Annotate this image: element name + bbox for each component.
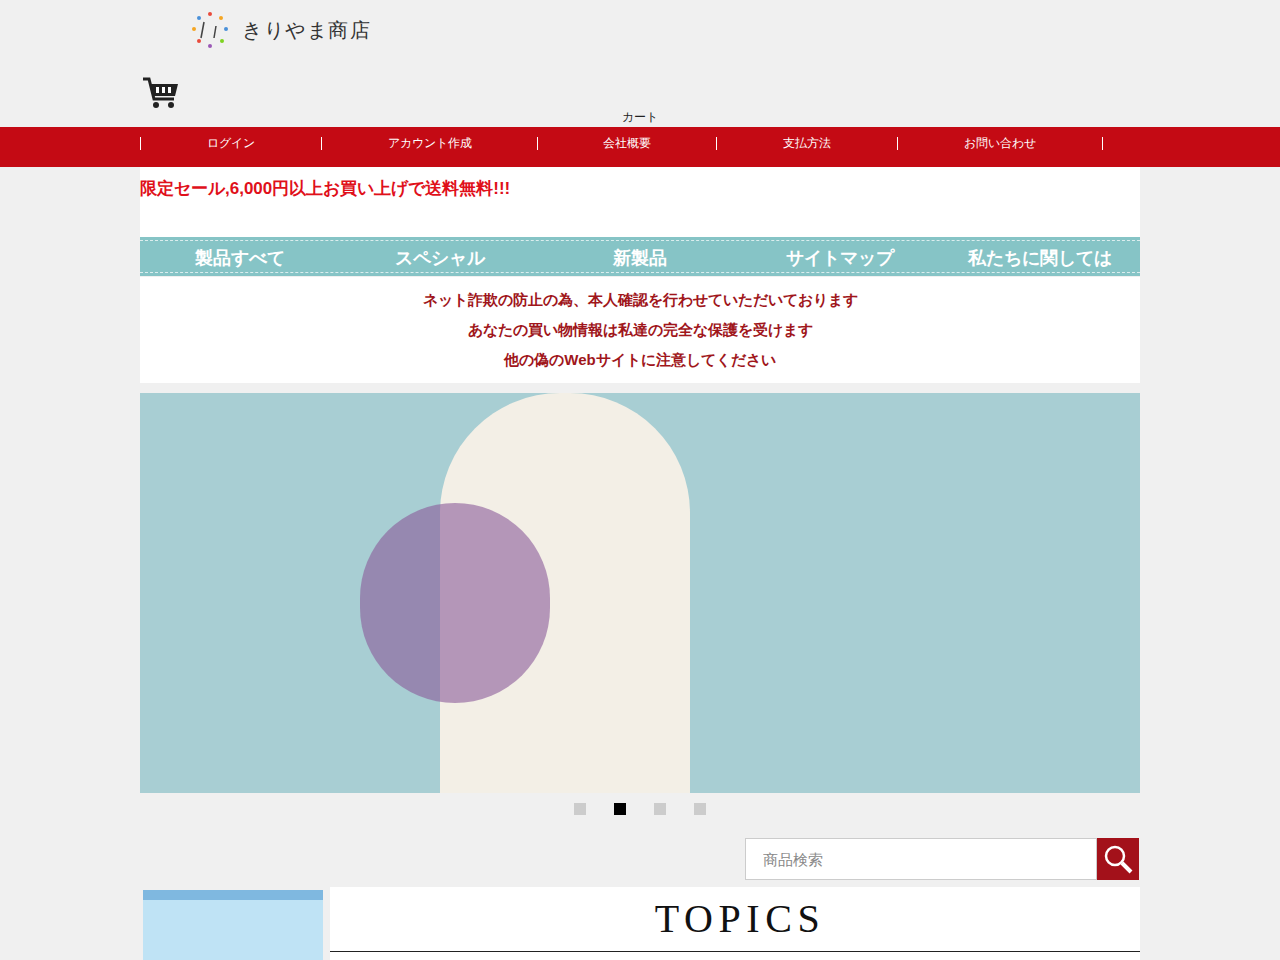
header: きりやま商店カート	[140, 0, 1140, 127]
nav-item[interactable]: 支払方法	[717, 136, 897, 150]
side-banner[interactable]	[143, 890, 323, 960]
nav-item[interactable]: 会社概要	[538, 136, 716, 150]
category-item[interactable]: 製品すべて	[140, 244, 340, 269]
carousel-dot[interactable]	[574, 803, 586, 815]
cart-button[interactable]	[142, 76, 180, 110]
category-menu-inner: 製品すべてスペシャル新製品サイトマップ私たちに関しては	[140, 240, 1140, 273]
nav-separator	[1102, 137, 1103, 150]
magnifier-icon	[1102, 843, 1134, 875]
nav-bar: ログインアカウント作成会社概要支払方法お問い合わせ	[0, 127, 1280, 167]
hero-banner[interactable]	[140, 393, 1140, 793]
security-line: 他の偽のWebサイトに注意してください	[504, 345, 775, 375]
topics-rule	[330, 951, 1140, 952]
cart-label[interactable]: カート	[140, 109, 1140, 125]
carousel-dot[interactable]	[654, 803, 666, 815]
carousel-dots	[140, 803, 1140, 815]
category-menu: 製品すべてスペシャル新製品サイトマップ私たちに関しては	[140, 237, 1140, 276]
nav: ログインアカウント作成会社概要支払方法お問い合わせ	[140, 127, 1140, 150]
nav-item[interactable]: アカウント作成	[322, 136, 537, 150]
topics-title: TOPICS	[645, 897, 826, 941]
security-line: ネット詐欺の防止の為、本人確認を行わせていただいております	[423, 285, 858, 315]
nav-separator	[321, 137, 322, 150]
logo-icon	[190, 10, 230, 50]
logo-text: きりやま商店	[242, 15, 372, 45]
nav-separator	[140, 137, 141, 150]
notice-box: 限定セール,6,000円以上お買い上げで送料無料!!!	[140, 167, 1140, 237]
banner-flowers	[360, 503, 550, 703]
nav-item[interactable]: お問い合わせ	[898, 136, 1102, 150]
nav-separator	[537, 137, 538, 150]
nav-separator	[897, 137, 898, 150]
cart-icon	[142, 76, 180, 110]
nav-separator	[716, 137, 717, 150]
security-line: あなたの買い物情報は私達の完全な保護を受けます	[468, 315, 813, 345]
carousel-dot[interactable]	[694, 803, 706, 815]
bottom-section: TOPICS	[140, 887, 1140, 960]
category-item[interactable]: 私たちに関しては	[940, 244, 1140, 269]
category-item[interactable]: 新製品	[540, 244, 740, 269]
security-box: ネット詐欺の防止の為、本人確認を行わせていただいておりますあなたの買い物情報は私…	[140, 277, 1140, 383]
carousel-dot[interactable]	[614, 803, 626, 815]
topics-panel: TOPICS	[330, 887, 1140, 960]
search-input[interactable]	[745, 838, 1097, 880]
side-banner-column	[140, 887, 323, 960]
search-bar	[140, 838, 1140, 880]
logo[interactable]: きりやま商店	[190, 10, 372, 50]
nav-item[interactable]: ログイン	[141, 136, 321, 150]
category-item[interactable]: サイトマップ	[740, 244, 940, 269]
notice-text: 限定セール,6,000円以上お買い上げで送料無料!!!	[140, 177, 1140, 201]
search-button[interactable]	[1097, 838, 1139, 880]
category-item[interactable]: スペシャル	[340, 244, 540, 269]
main: 限定セール,6,000円以上お買い上げで送料無料!!! 製品すべてスペシャル新製品…	[140, 167, 1140, 960]
